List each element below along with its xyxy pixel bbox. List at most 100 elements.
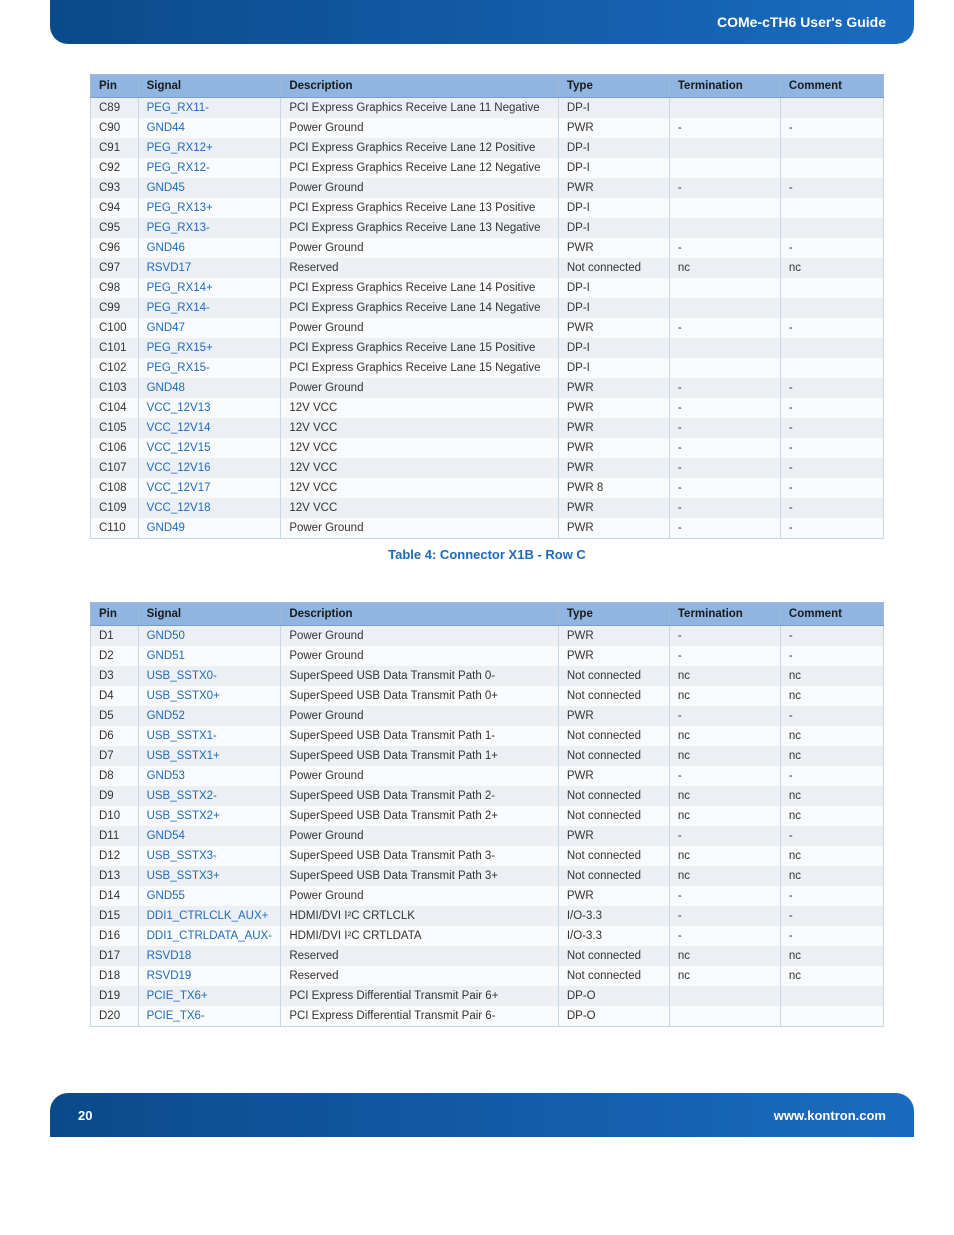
cell-pin: C105 — [91, 418, 139, 438]
cell-type: PWR — [558, 626, 669, 647]
cell-comment — [780, 986, 883, 1006]
th-description: Description — [281, 75, 559, 98]
cell-termination: - — [669, 318, 780, 338]
signal-link[interactable]: USB_SSTX0- — [147, 670, 217, 682]
signal-link[interactable]: PEG_RX14- — [147, 302, 210, 314]
signal-link[interactable]: GND44 — [147, 122, 185, 134]
cell-pin: D4 — [91, 686, 139, 706]
cell-pin: C97 — [91, 258, 139, 278]
signal-link[interactable]: PEG_RX12- — [147, 162, 210, 174]
signal-link[interactable]: GND55 — [147, 890, 185, 902]
signal-link[interactable]: PCIE_TX6- — [147, 1010, 205, 1022]
cell-pin: C93 — [91, 178, 139, 198]
cell-pin: C91 — [91, 138, 139, 158]
cell-comment: nc — [780, 806, 883, 826]
cell-termination: - — [669, 626, 780, 647]
signal-link[interactable]: GND48 — [147, 382, 185, 394]
cell-termination: nc — [669, 786, 780, 806]
signal-link[interactable]: USB_SSTX2+ — [147, 810, 220, 822]
cell-description: SuperSpeed USB Data Transmit Path 3+ — [281, 866, 559, 886]
signal-link[interactable]: VCC_12V13 — [147, 402, 211, 414]
cell-signal: PEG_RX14+ — [138, 278, 281, 298]
signal-link[interactable]: VCC_12V17 — [147, 482, 211, 494]
signal-link[interactable]: PEG_RX15+ — [147, 342, 213, 354]
cell-type: PWR — [558, 318, 669, 338]
signal-link[interactable]: DDI1_CTRLDATA_AUX- — [147, 930, 272, 942]
cell-pin: D7 — [91, 746, 139, 766]
cell-termination — [669, 158, 780, 178]
signal-link[interactable]: PEG_RX15- — [147, 362, 210, 374]
cell-signal: USB_SSTX3+ — [138, 866, 281, 886]
cell-description: 12V VCC — [281, 438, 559, 458]
cell-description: SuperSpeed USB Data Transmit Path 3- — [281, 846, 559, 866]
cell-pin: C89 — [91, 98, 139, 119]
cell-termination — [669, 1006, 780, 1027]
signal-link[interactable]: RSVD17 — [147, 262, 192, 274]
signal-link[interactable]: GND47 — [147, 322, 185, 334]
cell-signal: RSVD19 — [138, 966, 281, 986]
signal-link[interactable]: GND45 — [147, 182, 185, 194]
signal-link[interactable]: GND46 — [147, 242, 185, 254]
cell-signal: GND53 — [138, 766, 281, 786]
cell-signal: GND47 — [138, 318, 281, 338]
cell-signal: RSVD17 — [138, 258, 281, 278]
signal-link[interactable]: USB_SSTX1- — [147, 730, 217, 742]
cell-comment: nc — [780, 966, 883, 986]
signal-link[interactable]: GND53 — [147, 770, 185, 782]
signal-link[interactable]: VCC_12V14 — [147, 422, 211, 434]
cell-pin: D1 — [91, 626, 139, 647]
cell-type: Not connected — [558, 746, 669, 766]
signal-link[interactable]: PCIE_TX6+ — [147, 990, 208, 1002]
cell-comment — [780, 338, 883, 358]
signal-link[interactable]: USB_SSTX2- — [147, 790, 217, 802]
table-row: C106VCC_12V1512V VCCPWR-- — [91, 438, 884, 458]
cell-pin: C108 — [91, 478, 139, 498]
signal-link[interactable]: RSVD18 — [147, 950, 192, 962]
cell-description: PCI Express Differential Transmit Pair 6… — [281, 1006, 559, 1027]
signal-link[interactable]: PEG_RX12+ — [147, 142, 213, 154]
signal-link[interactable]: VCC_12V15 — [147, 442, 211, 454]
cell-termination: nc — [669, 258, 780, 278]
signal-link[interactable]: PEG_RX13+ — [147, 202, 213, 214]
cell-type: PWR — [558, 706, 669, 726]
signal-link[interactable]: PEG_RX14+ — [147, 282, 213, 294]
signal-link[interactable]: GND51 — [147, 650, 185, 662]
cell-pin: C99 — [91, 298, 139, 318]
signal-link[interactable]: GND54 — [147, 830, 185, 842]
signal-link[interactable]: VCC_12V18 — [147, 502, 211, 514]
cell-type: PWR — [558, 398, 669, 418]
th-pin: Pin — [91, 75, 139, 98]
cell-description: Power Ground — [281, 178, 559, 198]
signal-link[interactable]: RSVD19 — [147, 970, 192, 982]
cell-pin: D10 — [91, 806, 139, 826]
cell-type: DP-I — [558, 98, 669, 119]
cell-signal: PCIE_TX6- — [138, 1006, 281, 1027]
cell-comment — [780, 198, 883, 218]
signal-link[interactable]: VCC_12V16 — [147, 462, 211, 474]
cell-pin: C107 — [91, 458, 139, 478]
signal-link[interactable]: DDI1_CTRLCLK_AUX+ — [147, 910, 269, 922]
signal-link[interactable]: USB_SSTX3- — [147, 850, 217, 862]
cell-comment: nc — [780, 746, 883, 766]
signal-link[interactable]: USB_SSTX3+ — [147, 870, 220, 882]
cell-type: PWR — [558, 886, 669, 906]
cell-pin: D6 — [91, 726, 139, 746]
cell-comment: - — [780, 518, 883, 539]
cell-signal: GND55 — [138, 886, 281, 906]
cell-description: 12V VCC — [281, 398, 559, 418]
signal-link[interactable]: PEG_RX13- — [147, 222, 210, 234]
signal-link[interactable]: GND52 — [147, 710, 185, 722]
signal-link[interactable]: GND49 — [147, 522, 185, 534]
table-row: D11GND54Power GroundPWR-- — [91, 826, 884, 846]
signal-link[interactable]: PEG_RX11- — [147, 102, 209, 114]
signal-link[interactable]: USB_SSTX1+ — [147, 750, 220, 762]
cell-type: Not connected — [558, 726, 669, 746]
th-comment: Comment — [780, 75, 883, 98]
table-row: C109VCC_12V1812V VCCPWR-- — [91, 498, 884, 518]
table-row: D20PCIE_TX6-PCI Express Differential Tra… — [91, 1006, 884, 1027]
signal-link[interactable]: GND50 — [147, 630, 185, 642]
cell-type: PWR — [558, 438, 669, 458]
cell-signal: RSVD18 — [138, 946, 281, 966]
signal-link[interactable]: USB_SSTX0+ — [147, 690, 220, 702]
cell-comment: nc — [780, 846, 883, 866]
